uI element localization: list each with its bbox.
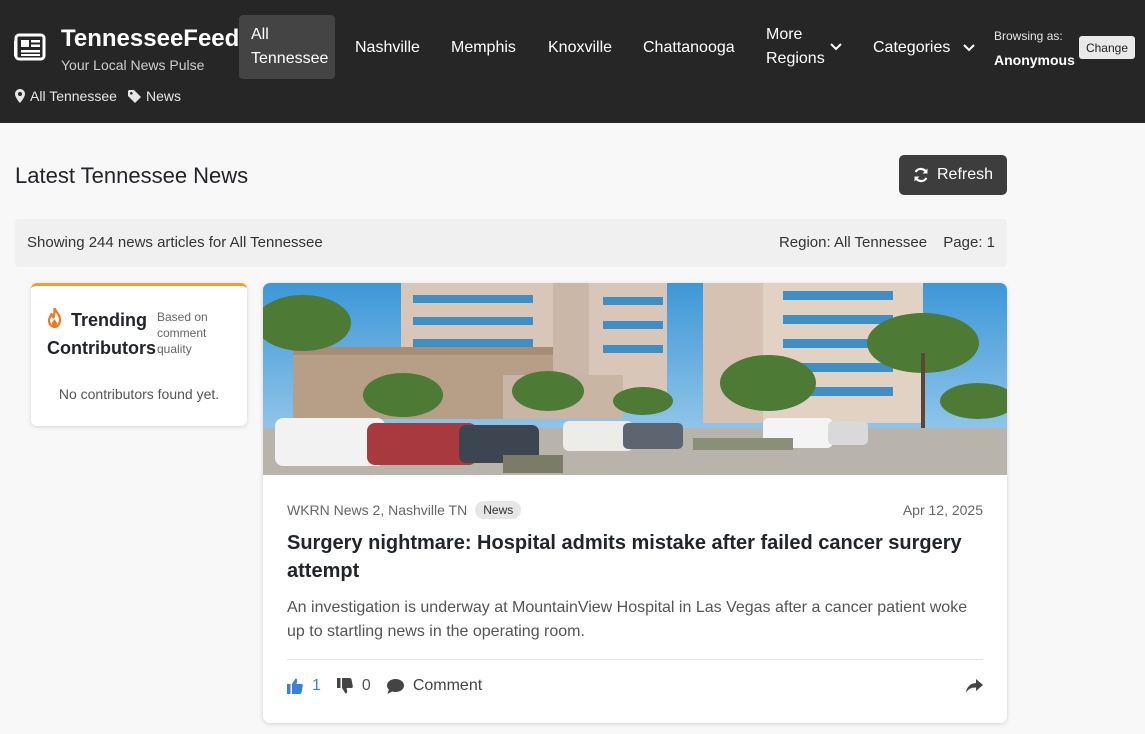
trending-title: Trending Contributors — [47, 310, 156, 358]
thumbs-up-icon — [287, 678, 303, 694]
region-indicator: Region: All Tennessee — [778, 234, 928, 251]
chevron-down-icon — [963, 44, 975, 52]
brand[interactable]: TennesseeFeeds Your Local News Pulse — [14, 25, 253, 73]
top-header: TennesseeFeeds Your Local News Pulse All… — [0, 0, 1145, 123]
trending-note: Based on comment quality — [157, 310, 208, 356]
browsing-user: Anonymous — [994, 52, 1075, 68]
trending-empty-message: No contributors found yet. — [58, 386, 220, 402]
breadcrumb-region-label: All Tennessee — [30, 88, 117, 104]
browsing-label: Browsing as: — [994, 29, 1063, 43]
dislike-count: 0 — [361, 677, 371, 694]
thumbs-down-icon — [336, 678, 353, 694]
nav-more-label: More Regions — [766, 26, 825, 67]
article-category-badge[interactable]: News — [475, 501, 522, 519]
breadcrumb-category-label: News — [146, 88, 182, 104]
comment-icon — [386, 678, 404, 694]
nav-nashville[interactable]: Nashville — [355, 36, 420, 60]
like-button[interactable]: 1 — [287, 677, 321, 695]
results-info-bar: Showing 244 news articles for All Tennes… — [15, 219, 1007, 267]
like-count: 1 — [312, 677, 321, 694]
nav-memphis[interactable]: Memphis — [451, 36, 516, 60]
page-title: Latest Tennessee News — [15, 163, 249, 188]
trending-contributors-card: Trending Contributors Based on comment q… — [31, 283, 247, 426]
results-summary: Showing 244 news articles for All Tennes… — [27, 234, 323, 251]
article-date: Apr 12, 2025 — [902, 502, 983, 518]
nav-all-tennessee[interactable]: All Tennessee — [239, 15, 335, 79]
change-user-button[interactable]: Change — [1079, 36, 1135, 59]
article-card[interactable]: WKRN News 2, Nashville TN News Apr 12, 2… — [263, 283, 1007, 723]
chevron-down-icon — [830, 43, 842, 51]
article-image[interactable] — [263, 283, 1007, 475]
nav-categories-label: Categories — [873, 39, 951, 56]
dislike-button[interactable]: 0 — [336, 677, 371, 695]
refresh-icon — [914, 167, 928, 183]
results-meta: Region: All Tennessee Page: 1 — [779, 234, 995, 251]
divider — [287, 659, 983, 660]
map-pin-icon — [15, 89, 25, 103]
brand-tagline: Your Local News Pulse — [61, 57, 205, 73]
nav-knoxville[interactable]: Knoxville — [548, 36, 612, 60]
brand-name: TennesseeFeeds — [61, 25, 253, 52]
article-title[interactable]: Surgery nightmare: Hospital admits mista… — [287, 529, 987, 585]
nav-categories[interactable]: Categories — [873, 36, 975, 60]
newspaper-icon — [14, 33, 46, 61]
article-source: WKRN News 2, Nashville TN News — [287, 501, 522, 519]
breadcrumb-region[interactable]: All Tennessee — [15, 88, 117, 104]
comment-label: Comment — [412, 677, 483, 694]
page-indicator: Page: 1 — [943, 234, 995, 251]
breadcrumb-category[interactable]: News — [128, 88, 181, 104]
refresh-label: Refresh — [936, 166, 994, 183]
tag-icon — [128, 89, 141, 103]
nav-more-regions[interactable]: More Regions — [766, 23, 846, 71]
article-actions: 1 0 Comment — [287, 677, 498, 695]
nav-chattanooga[interactable]: Chattanooga — [643, 36, 735, 60]
comment-button[interactable]: Comment — [386, 677, 483, 695]
article-source-name: WKRN News 2, Nashville TN — [287, 502, 468, 518]
article-summary: An investigation is underway at Mountain… — [287, 599, 968, 640]
share-icon[interactable] — [966, 679, 983, 693]
refresh-button[interactable]: Refresh — [899, 155, 1007, 195]
